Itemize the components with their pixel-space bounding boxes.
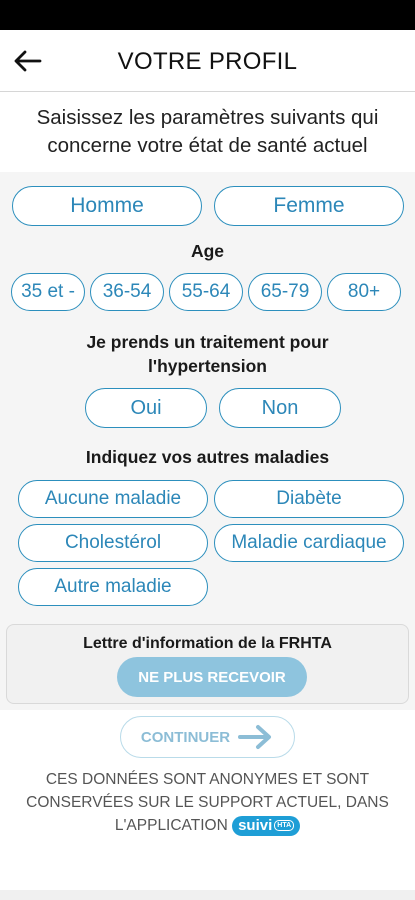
age-option-label: 65-79: [260, 281, 310, 302]
privacy-line-2: CONSERVÉES SUR LE SUPPORT ACTUEL, DANS: [26, 794, 389, 811]
age-option-label: 36-54: [102, 281, 152, 302]
disease-option-label: Aucune maladie: [44, 488, 182, 509]
disease-option-label: Maladie cardiaque: [231, 532, 387, 553]
continue-label: CONTINUER: [140, 728, 231, 746]
logo-subtext: HTA: [274, 820, 295, 832]
privacy-line-3-text: L'APPLICATION: [114, 817, 228, 834]
gender-option-femme[interactable]: Femme: [214, 186, 404, 226]
hypertension-option-non[interactable]: Non: [219, 388, 341, 428]
status-bar: [0, 0, 415, 30]
age-option-label: 35 et -: [21, 281, 75, 302]
intro-line-2: concerne votre état de santé actuel: [47, 134, 368, 157]
age-option-65-79[interactable]: 65-79: [248, 273, 322, 311]
hypertension-option-label: Non: [261, 396, 299, 419]
disease-option-label: Cholestérol: [64, 532, 162, 553]
gender-option-homme[interactable]: Homme: [12, 186, 202, 226]
privacy-notice: CES DONNÉES SONT ANONYMES ET SONT CONSER…: [0, 768, 415, 837]
privacy-line-3: L'APPLICATION suivi HTA: [0, 814, 415, 837]
intro-line-1: Saisissez les paramètres suivants qui: [36, 106, 379, 129]
intro-text: Saisissez les paramètres suivants qui co…: [0, 104, 415, 160]
disease-option-label: Diabète: [276, 488, 342, 509]
logo-text: suivi: [238, 816, 273, 834]
hypertension-option-oui[interactable]: Oui: [85, 388, 207, 428]
gender-option-label: Homme: [70, 194, 144, 217]
page-title: VOTRE PROFIL: [117, 48, 298, 75]
arrow-right-icon: [238, 725, 272, 749]
hypertension-label-line-1: Je prends un traitement pour: [86, 332, 329, 352]
age-option-35[interactable]: 35 et -: [11, 273, 85, 311]
newsletter-title: Lettre d'information de la FRHTA: [83, 635, 332, 652]
system-nav-bar: [0, 890, 415, 900]
disease-option-diabete[interactable]: Diabète: [214, 480, 404, 518]
disease-option-autre[interactable]: Autre maladie: [18, 568, 208, 606]
newsletter-box: Lettre d'information de la FRHTA NE PLUS…: [6, 624, 409, 704]
hypertension-label-line-2: l'hypertension: [148, 356, 267, 376]
diseases-label: Indiquez vos autres maladies: [85, 447, 330, 467]
age-option-80plus[interactable]: 80+: [327, 273, 401, 311]
hypertension-option-label: Oui: [130, 396, 162, 419]
gender-option-label: Femme: [273, 194, 345, 217]
age-option-55-64[interactable]: 55-64: [169, 273, 243, 311]
age-label: Age: [190, 241, 225, 261]
disease-option-cardiaque[interactable]: Maladie cardiaque: [214, 524, 404, 562]
disease-option-label: Autre maladie: [54, 576, 172, 597]
suivi-hta-logo: suivi HTA: [232, 815, 301, 836]
privacy-line-1: CES DONNÉES SONT ANONYMES ET SONT: [45, 771, 370, 788]
unsubscribe-button[interactable]: NE PLUS RECEVOIR: [117, 657, 307, 697]
app-header: VOTRE PROFIL: [0, 30, 415, 92]
age-option-label: 55-64: [181, 281, 231, 302]
disease-option-aucune[interactable]: Aucune maladie: [18, 480, 208, 518]
disease-option-cholesterol[interactable]: Cholestérol: [18, 524, 208, 562]
hypertension-label: Je prends un traitement pour l'hypertens…: [0, 330, 415, 378]
continue-button[interactable]: CONTINUER: [120, 716, 295, 758]
age-option-36-54[interactable]: 36-54: [90, 273, 164, 311]
age-option-label: 80+: [347, 281, 381, 302]
